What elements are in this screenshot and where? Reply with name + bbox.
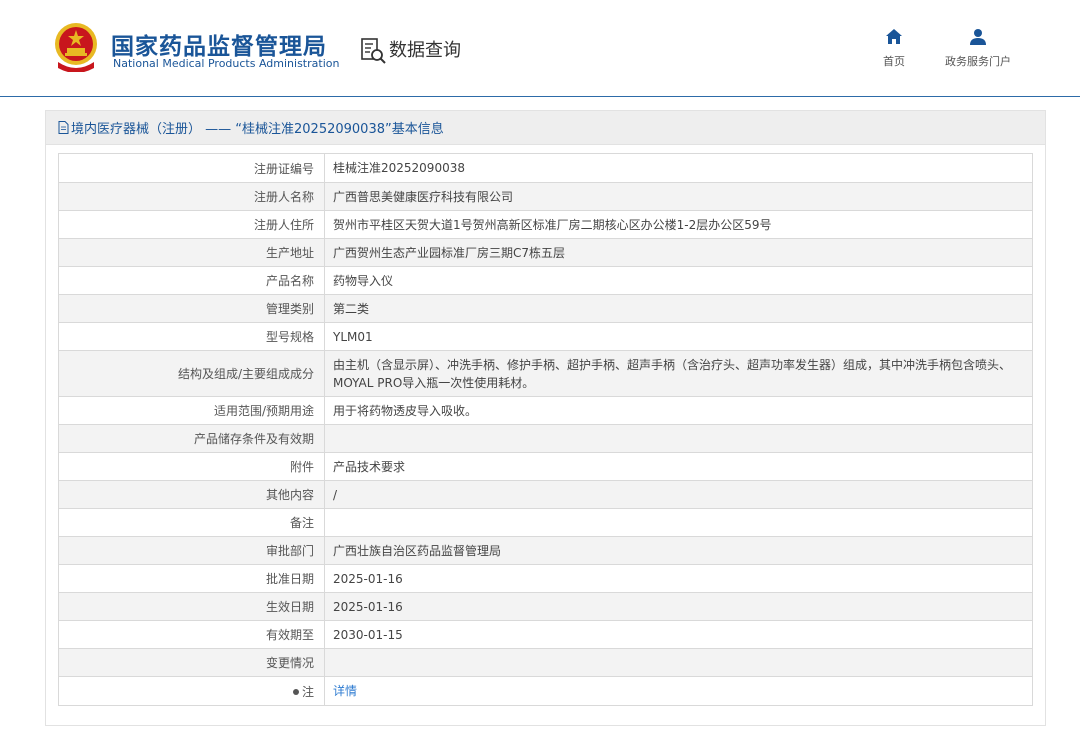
table-row: 结构及组成/主要组成成分 由主机（含显示屏）、冲洗手柄、修护手柄、超护手柄、超声手…: [58, 350, 1033, 397]
field-value: [324, 424, 1033, 453]
field-label: 其他内容: [58, 480, 325, 509]
table-row: 审批部门 广西壮族自治区药品监督管理局: [58, 536, 1033, 565]
table-row: 管理类别 第二类: [58, 294, 1033, 323]
nav-home-label: 首页: [883, 55, 905, 68]
field-value: 2025-01-16: [324, 592, 1033, 621]
table-row: 有效期至 2030-01-15: [58, 620, 1033, 649]
field-value: 2030-01-15: [324, 620, 1033, 649]
field-label: 批准日期: [58, 564, 325, 593]
field-label: 产品储存条件及有效期: [58, 424, 325, 453]
user-icon: [970, 29, 986, 45]
table-row: 注册人住所 贺州市平桂区天贺大道1号贺州高新区标准厂房二期核心区办公楼1-2层办公…: [58, 210, 1033, 239]
brand-name-cn: 国家药品监督管理局: [111, 34, 327, 60]
field-value: [324, 508, 1033, 537]
details-link[interactable]: 详情: [333, 684, 357, 698]
field-label: 管理类别: [58, 294, 325, 323]
data-query-icon: [361, 38, 386, 64]
field-value: [324, 648, 1033, 677]
field-value: 药物导入仪: [324, 266, 1033, 295]
table-row-note: 注 详情: [58, 676, 1033, 706]
field-label: 附件: [58, 452, 325, 481]
table-row: 注册人名称 广西普思美健康医疗科技有限公司: [58, 182, 1033, 211]
field-label: 型号规格: [58, 322, 325, 351]
table-row: 生产地址 广西贺州生态产业园标准厂房三期C7栋五层: [58, 238, 1033, 267]
info-table-body: 注册证编号 桂械注准20252090038 注册人名称 广西普思美健康医疗科技有限公司…: [58, 153, 1033, 706]
field-value: 用于将药物透皮导入吸收。: [324, 396, 1033, 425]
table-row: 型号规格 YLM01: [58, 322, 1033, 351]
nav-home-link[interactable]: 首页: [880, 28, 908, 69]
nav-portal-link[interactable]: 政务服务门户: [940, 28, 1016, 69]
field-value: 广西壮族自治区药品监督管理局: [324, 536, 1033, 565]
field-label: 注: [58, 676, 325, 706]
detail-panel: 境内医疗器械（注册） —— “桂械注准20252090038”基本信息 注册证编…: [45, 110, 1046, 726]
table-row: 附件 产品技术要求: [58, 452, 1033, 481]
table-row: 备注: [58, 508, 1033, 537]
pin-icon: [292, 688, 299, 695]
field-value: /: [324, 480, 1033, 509]
document-icon: [58, 121, 69, 134]
field-label: 注册证编号: [58, 153, 325, 183]
field-value: 由主机（含显示屏）、冲洗手柄、修护手柄、超护手柄、超声手柄（含治疗头、超声功率发…: [324, 350, 1033, 397]
field-label: 审批部门: [58, 536, 325, 565]
table-row: 其他内容 /: [58, 480, 1033, 509]
nav-portal-label: 政务服务门户: [945, 55, 1011, 68]
table-row: 批准日期 2025-01-16: [58, 564, 1033, 593]
table-row: 产品储存条件及有效期: [58, 424, 1033, 453]
field-value: 广西贺州生态产业园标准厂房三期C7栋五层: [324, 238, 1033, 267]
table-row: 适用范围/预期用途 用于将药物透皮导入吸收。: [58, 396, 1033, 425]
field-value: 产品技术要求: [324, 452, 1033, 481]
field-label: 备注: [58, 508, 325, 537]
table-row: 变更情况: [58, 648, 1033, 677]
field-label: 有效期至: [58, 620, 325, 649]
section-title: 数据查询: [389, 40, 461, 61]
field-label: 注册人住所: [58, 210, 325, 239]
field-value: 详情: [324, 676, 1033, 706]
site-header: 国家药品监督管理局 National Medical Products Admi…: [0, 0, 1080, 97]
field-label: 结构及组成/主要组成成分: [58, 350, 325, 397]
brand-name-en: National Medical Products Administration: [113, 57, 340, 70]
field-value: YLM01: [324, 322, 1033, 351]
info-table: 注册证编号 桂械注准20252090038 注册人名称 广西普思美健康医疗科技有限公司…: [58, 153, 1033, 706]
field-value: 2025-01-16: [324, 564, 1033, 593]
field-label: 变更情况: [58, 648, 325, 677]
field-label: 注册人名称: [58, 182, 325, 211]
table-row: 产品名称 药物导入仪: [58, 266, 1033, 295]
national-emblem-icon: [55, 23, 97, 72]
field-value: 桂械注准20252090038: [324, 153, 1033, 183]
table-row: 生效日期 2025-01-16: [58, 592, 1033, 621]
field-value: 贺州市平桂区天贺大道1号贺州高新区标准厂房二期核心区办公楼1-2层办公区59号: [324, 210, 1033, 239]
field-label: 产品名称: [58, 266, 325, 295]
note-label: 注: [301, 684, 314, 699]
field-label: 生效日期: [58, 592, 325, 621]
field-label: 适用范围/预期用途: [58, 396, 325, 425]
panel-title: 境内医疗器械（注册） —— “桂械注准20252090038”基本信息: [71, 122, 444, 137]
field-value: 第二类: [324, 294, 1033, 323]
table-row: 注册证编号 桂械注准20252090038: [58, 153, 1033, 183]
field-value: 广西普思美健康医疗科技有限公司: [324, 182, 1033, 211]
home-icon: [886, 29, 902, 44]
field-label: 生产地址: [58, 238, 325, 267]
panel-header: 境内医疗器械（注册） —— “桂械注准20252090038”基本信息: [46, 111, 1045, 145]
